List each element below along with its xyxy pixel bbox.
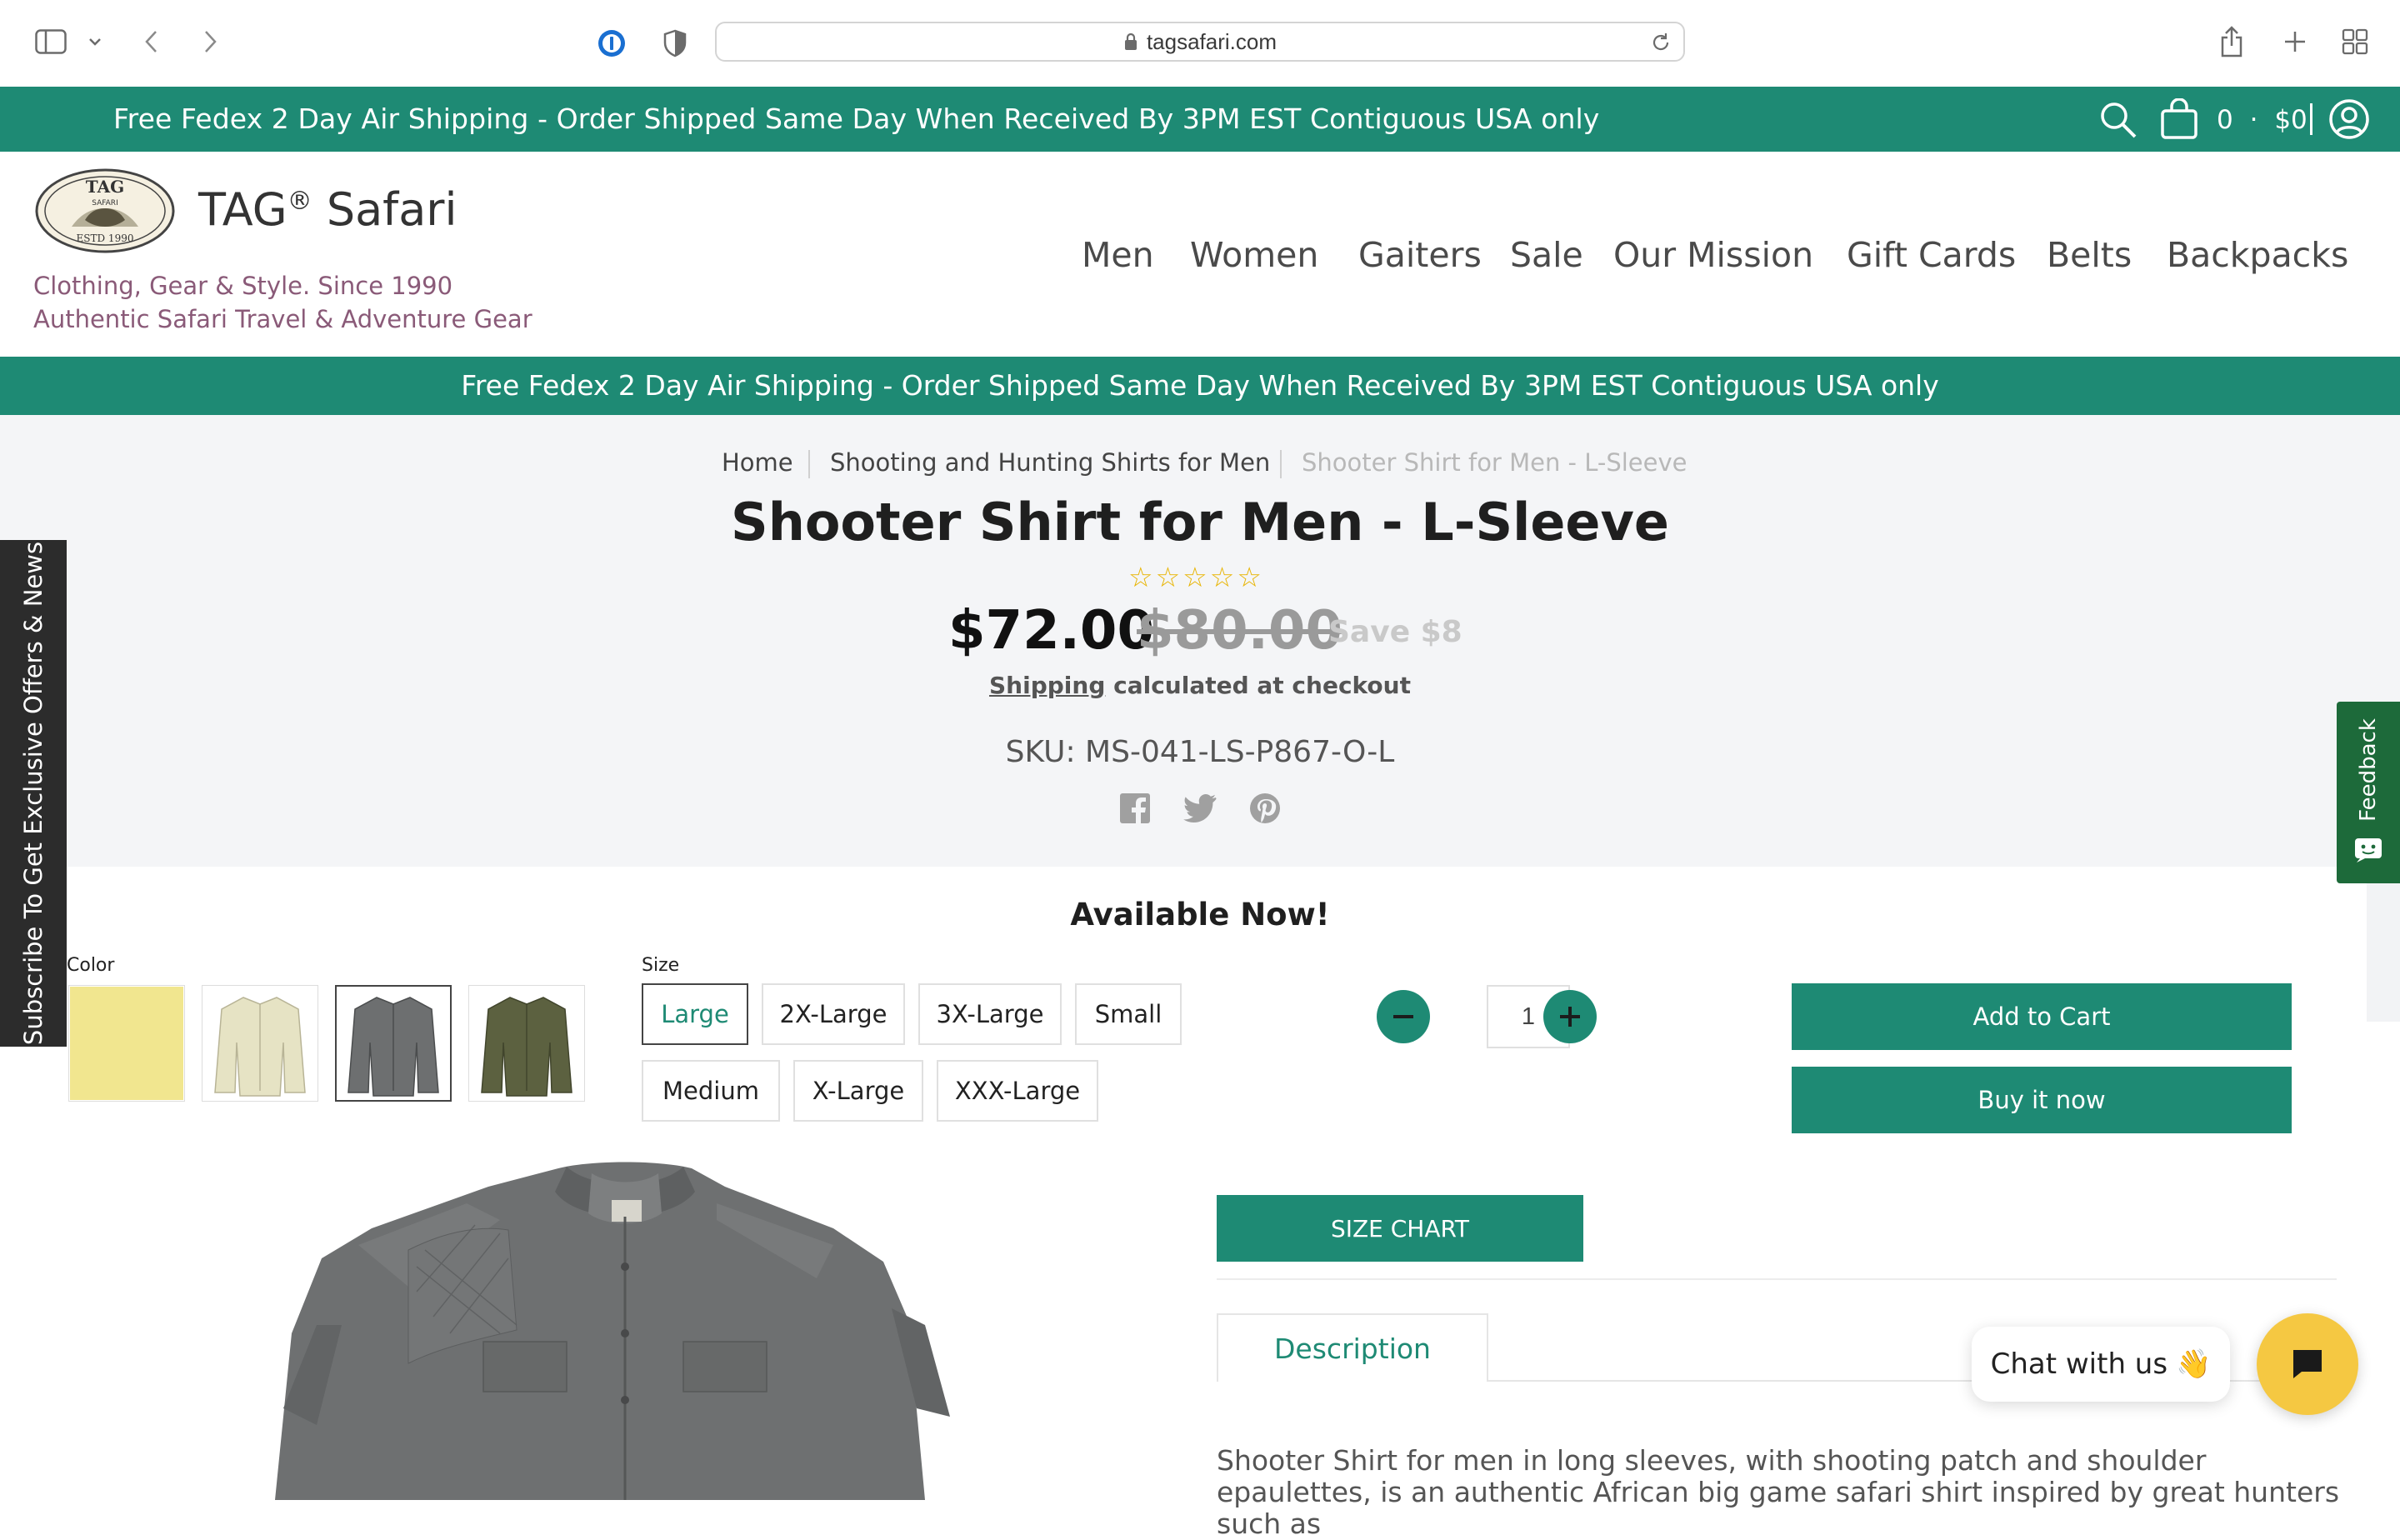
account-icon[interactable] bbox=[2328, 98, 2370, 140]
svg-text:SAFARI: SAFARI bbox=[92, 199, 118, 208]
twitter-icon[interactable] bbox=[1183, 792, 1217, 825]
tab-description[interactable]: Description bbox=[1217, 1313, 1488, 1382]
shield-icon[interactable] bbox=[658, 27, 692, 60]
promo-message: Free Fedex 2 Day Air Shipping - Order Sh… bbox=[113, 102, 1600, 135]
subscribe-side-tab[interactable]: Subscribe To Get Exclusive Offers & News bbox=[0, 540, 67, 1047]
brand-logo[interactable]: TAG SAFARI ESTD 1990 bbox=[35, 168, 175, 253]
breadcrumb-separator bbox=[1280, 450, 1282, 478]
browser-toolbar: tagsafari.com bbox=[0, 0, 2400, 88]
rating-stars[interactable]: ☆☆☆☆☆ bbox=[1128, 561, 1264, 593]
cart-total: $0 bbox=[2274, 105, 2308, 135]
nav-sale[interactable]: Sale bbox=[1510, 235, 1583, 275]
chat-invite[interactable]: Chat with us 👋 bbox=[1972, 1327, 2230, 1402]
product-sku: SKU: MS-041-LS-P867-O-L bbox=[1005, 735, 1395, 769]
nav-our-mission[interactable]: Our Mission bbox=[1613, 235, 1813, 275]
add-to-cart-button[interactable]: Add to Cart bbox=[1792, 983, 2292, 1050]
pinterest-icon[interactable] bbox=[1248, 792, 1282, 825]
wave-icon: 👋 bbox=[2176, 1348, 2212, 1381]
shipping-banner: Free Fedex 2 Day Air Shipping - Order Sh… bbox=[0, 357, 2400, 415]
search-icon[interactable] bbox=[2098, 100, 2138, 140]
tab-overview-icon[interactable] bbox=[2338, 25, 2372, 58]
subscribe-label: Subscribe To Get Exclusive Offers & News bbox=[19, 541, 48, 1046]
availability-status: Available Now! bbox=[1070, 897, 1330, 932]
shirt-thumbnail bbox=[481, 997, 572, 1097]
nav-gift-cards[interactable]: Gift Cards bbox=[1847, 235, 2016, 275]
size-option-large[interactable]: Large bbox=[642, 983, 748, 1045]
cart-count: 0 bbox=[2217, 105, 2233, 135]
buy-now-button[interactable]: Buy it now bbox=[1792, 1067, 2292, 1133]
cart-icon[interactable] bbox=[2160, 98, 2200, 140]
password-manager-icon[interactable] bbox=[595, 27, 628, 60]
product-description: Shooter Shirt for men in long sleeves, w… bbox=[1217, 1444, 2340, 1540]
nav-men[interactable]: Men bbox=[1082, 235, 1154, 275]
breadcrumb-separator bbox=[808, 450, 810, 478]
product-header: Home Shooting and Hunting Shirts for Men… bbox=[0, 415, 2400, 867]
breadcrumb-current: Shooter Shirt for Men - L-Sleeve bbox=[1302, 448, 1688, 477]
size-label: Size bbox=[642, 955, 680, 976]
shirt-thumbnail bbox=[214, 997, 306, 1097]
shipping-link[interactable]: Shipping bbox=[989, 672, 1105, 699]
svg-text:ESTD 1990: ESTD 1990 bbox=[77, 232, 134, 244]
brand-tagline-1: Clothing, Gear & Style. Since 1990 bbox=[33, 272, 453, 300]
cart-separator: · bbox=[2249, 105, 2258, 135]
color-swatch-olive[interactable] bbox=[468, 985, 585, 1102]
nav-belts[interactable]: Belts bbox=[2047, 235, 2132, 275]
nav-backpacks[interactable]: Backpacks bbox=[2167, 235, 2348, 275]
save-amount: Save $8 bbox=[1328, 615, 1462, 649]
color-swatch-yellow[interactable] bbox=[68, 985, 185, 1102]
swatch-fill bbox=[70, 987, 183, 1100]
nav-gaiters[interactable]: Gaiters bbox=[1358, 235, 1482, 275]
compare-price: $80.00 bbox=[1137, 600, 1342, 662]
shirt-thumbnail bbox=[348, 997, 439, 1097]
side-panel-edge bbox=[2367, 883, 2400, 1022]
size-option-medium[interactable]: Medium bbox=[642, 1060, 780, 1122]
sale-price: $72.00 bbox=[948, 600, 1154, 662]
lock-icon bbox=[1124, 32, 1137, 50]
chat-launcher-button[interactable] bbox=[2257, 1313, 2358, 1415]
breadcrumb-category[interactable]: Shooting and Hunting Shirts for Men bbox=[830, 448, 1270, 477]
plus-icon bbox=[1560, 1007, 1580, 1027]
feedback-icon bbox=[2355, 838, 2382, 862]
decrease-quantity-button[interactable] bbox=[1377, 990, 1430, 1043]
color-label: Color bbox=[67, 955, 115, 976]
product-image[interactable] bbox=[250, 1158, 1000, 1500]
color-swatch-grey[interactable] bbox=[335, 985, 452, 1102]
nav-women[interactable]: Women bbox=[1190, 235, 1318, 275]
reload-icon[interactable] bbox=[1650, 32, 1672, 53]
size-option-x-large[interactable]: X-Large bbox=[793, 1060, 923, 1122]
new-tab-icon[interactable] bbox=[2278, 25, 2312, 58]
divider bbox=[2310, 103, 2312, 135]
address-bar[interactable]: tagsafari.com bbox=[715, 22, 1685, 62]
breadcrumb-home[interactable]: Home bbox=[722, 448, 793, 477]
sidebar-toggle-icon[interactable] bbox=[32, 25, 70, 58]
feedback-label: Feedback bbox=[2356, 718, 2381, 822]
size-chart-button[interactable]: SIZE CHART bbox=[1217, 1195, 1583, 1262]
size-option-2x-large[interactable]: 2X-Large bbox=[762, 983, 905, 1045]
shipping-note: Shipping calculated at checkout bbox=[989, 672, 1411, 699]
chat-label: Chat with us bbox=[1990, 1348, 2168, 1381]
forward-icon[interactable] bbox=[195, 25, 225, 58]
site-header: TAG SAFARI ESTD 1990 TAG® Safari Clothin… bbox=[0, 152, 2400, 357]
size-option-xxx-large[interactable]: XXX-Large bbox=[937, 1060, 1098, 1122]
product-title: Shooter Shirt for Men - L-Sleeve bbox=[731, 492, 1669, 552]
back-icon[interactable] bbox=[137, 25, 167, 58]
brand-name[interactable]: TAG® Safari bbox=[198, 183, 458, 236]
size-option-small[interactable]: Small bbox=[1075, 983, 1182, 1045]
cart-summary[interactable]: 0 · $0 bbox=[2217, 87, 2308, 152]
share-icon[interactable] bbox=[2215, 23, 2248, 60]
chat-icon bbox=[2293, 1350, 2322, 1378]
color-swatch-khaki[interactable] bbox=[202, 985, 318, 1102]
size-option-3x-large[interactable]: 3X-Large bbox=[918, 983, 1062, 1045]
feedback-side-tab[interactable]: Feedback bbox=[2337, 702, 2400, 883]
chevron-down-icon[interactable] bbox=[85, 30, 105, 53]
divider bbox=[1217, 1278, 2337, 1280]
promo-bar: Free Fedex 2 Day Air Shipping - Order Sh… bbox=[0, 87, 2400, 152]
increase-quantity-button[interactable] bbox=[1543, 990, 1597, 1043]
url-text: tagsafari.com bbox=[1146, 28, 1278, 54]
brand-tagline-2: Authentic Safari Travel & Adventure Gear bbox=[33, 305, 532, 333]
facebook-icon[interactable] bbox=[1118, 792, 1152, 825]
svg-text:TAG: TAG bbox=[86, 177, 124, 197]
minus-icon bbox=[1393, 1015, 1413, 1018]
